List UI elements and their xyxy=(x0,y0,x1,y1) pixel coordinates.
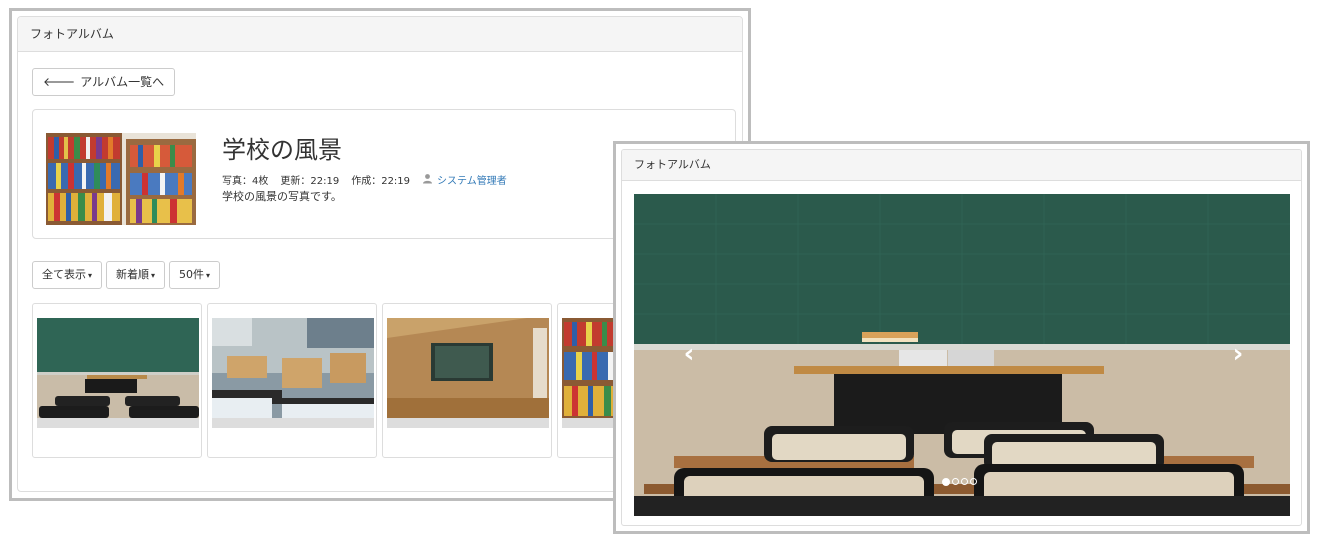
photo-carousel[interactable]: ‹ › xyxy=(634,194,1290,516)
album-title: 学校の風景 xyxy=(222,136,342,164)
carousel-indicator-3[interactable] xyxy=(961,478,968,485)
slideshow-window: フォトアルバム ‹ › xyxy=(613,141,1310,534)
user-icon xyxy=(422,173,433,187)
photo-image xyxy=(37,318,199,428)
carousel-photo-classroom xyxy=(634,194,1290,516)
arrow-left-icon: 🡐 xyxy=(43,75,76,89)
photo-thumbnail-science-lab[interactable] xyxy=(207,303,377,458)
photo-thumbnail-classroom[interactable] xyxy=(32,303,202,458)
chevron-left-icon[interactable]: ‹ xyxy=(674,339,704,369)
display-filter-dropdown[interactable]: 全て表示 ▾ xyxy=(32,261,103,289)
slideshow-header-title: フォトアルバム xyxy=(622,150,1301,181)
display-filter-label: 全て表示 xyxy=(42,268,86,281)
photo-thumbnail-classroom-wall[interactable] xyxy=(382,303,552,458)
caret-down-icon: ▾ xyxy=(151,271,156,280)
created-time: 作成：22:19 xyxy=(351,176,411,187)
carousel-indicator-4[interactable] xyxy=(970,478,977,485)
count-dropdown[interactable]: 50件 ▾ xyxy=(169,261,221,289)
chevron-right-icon[interactable]: › xyxy=(1223,339,1253,369)
owner-link[interactable]: システム管理者 xyxy=(437,172,507,187)
photo-image xyxy=(212,318,374,428)
photo-image xyxy=(387,318,549,428)
panel-header-title: フォトアルバム xyxy=(18,17,742,52)
filter-toolbar: 全て表示 ▾ 新着順 ▾ 50件 ▾ xyxy=(32,261,221,289)
updated-time: 更新：22:19 xyxy=(280,176,340,187)
count-label: 50件 xyxy=(179,268,205,281)
album-meta: 写真：4枚 更新：22:19 作成：22:19 システム管理者 xyxy=(222,172,507,187)
album-cover-image xyxy=(46,133,196,225)
sort-dropdown[interactable]: 新着順 ▾ xyxy=(106,261,166,289)
carousel-indicator-1[interactable] xyxy=(942,478,950,486)
sort-label: 新着順 xyxy=(116,268,150,281)
album-description: 学校の風景の写真です。 xyxy=(222,190,342,203)
caret-down-icon: ▾ xyxy=(88,271,93,280)
carousel-indicators xyxy=(942,478,977,486)
carousel-indicator-2[interactable] xyxy=(952,478,959,485)
back-button-label: アルバム一覧へ xyxy=(80,75,165,89)
back-to-album-list-button[interactable]: 🡐 アルバム一覧へ xyxy=(32,68,176,96)
photo-count: 写真：4枚 xyxy=(222,176,269,187)
slideshow-panel: フォトアルバム ‹ › xyxy=(621,149,1302,526)
caret-down-icon: ▾ xyxy=(206,271,211,280)
